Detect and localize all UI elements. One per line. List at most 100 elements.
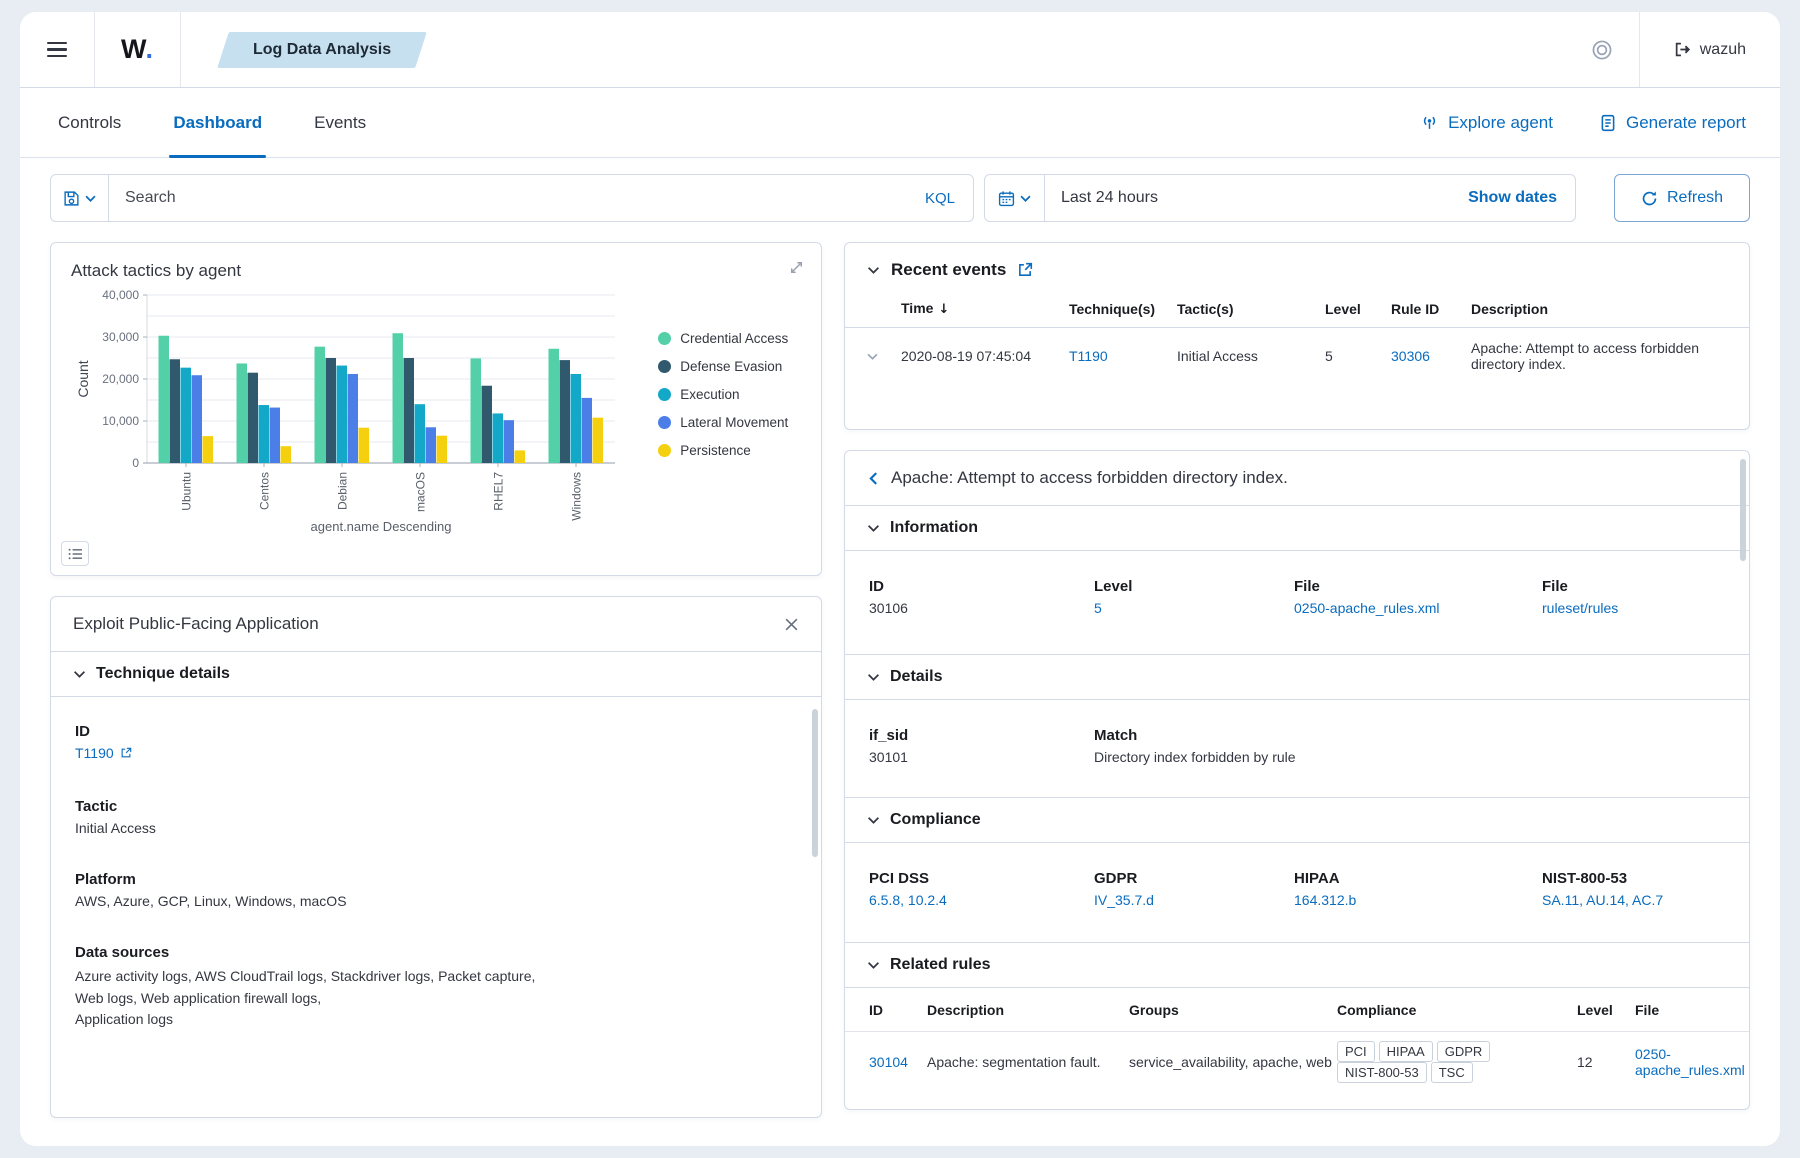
related-rule-row[interactable]: 30104 Apache: segmentation fault. servic… xyxy=(845,1032,1749,1092)
back-icon[interactable] xyxy=(867,471,879,486)
chart-bar[interactable] xyxy=(404,358,415,463)
tab-events[interactable]: Events xyxy=(310,88,370,157)
legend-item[interactable]: Defense Evasion xyxy=(658,359,807,374)
compliance-badge: HIPAA xyxy=(1379,1041,1433,1062)
field-label: File xyxy=(1294,578,1542,595)
chart-bar[interactable] xyxy=(159,336,170,463)
chart-bar[interactable] xyxy=(393,333,404,463)
show-dates-button[interactable]: Show dates xyxy=(1468,189,1575,207)
event-row[interactable]: 2020-08-19 07:45:04 T1190 Initial Access… xyxy=(845,328,1749,384)
chevron-down-icon[interactable] xyxy=(867,266,880,275)
tab-dashboard[interactable]: Dashboard xyxy=(169,88,266,157)
legend-item[interactable]: Lateral Movement xyxy=(658,415,807,430)
generate-report-button[interactable]: Generate report xyxy=(1599,113,1746,133)
chart-bar[interactable] xyxy=(237,363,248,463)
chart-bar[interactable] xyxy=(326,358,337,463)
legend-item[interactable]: Credential Access xyxy=(658,331,807,346)
close-icon[interactable] xyxy=(784,617,799,632)
time-range-value[interactable]: Last 24 hours xyxy=(1045,189,1174,207)
menu-icon[interactable] xyxy=(20,42,94,58)
gdpr-link[interactable]: IV_35.7.d xyxy=(1094,892,1154,908)
y-axis-title: Count xyxy=(75,360,91,397)
chart-bar[interactable] xyxy=(203,436,214,463)
chart-bar[interactable] xyxy=(359,428,370,463)
breadcrumb[interactable]: Log Data Analysis xyxy=(217,32,427,68)
chart-bar[interactable] xyxy=(471,358,482,463)
chevron-down-icon[interactable] xyxy=(73,670,86,679)
legend-list-toggle[interactable] xyxy=(61,541,89,566)
chart-bar[interactable] xyxy=(270,408,281,463)
scrollbar[interactable] xyxy=(812,709,818,857)
information-heading: Information xyxy=(890,519,978,537)
kql-button[interactable]: KQL xyxy=(907,175,973,221)
x-axis-label: Centos xyxy=(258,472,272,510)
wazuh-logo[interactable]: W. xyxy=(95,34,180,65)
row-expand-icon[interactable] xyxy=(867,353,878,360)
chart-bar[interactable] xyxy=(281,446,292,463)
logout-button[interactable]: wazuh xyxy=(1640,41,1780,59)
rule-path-link[interactable]: ruleset/rules xyxy=(1542,600,1618,616)
chart-bar[interactable] xyxy=(181,368,192,463)
legend-item[interactable]: Execution xyxy=(658,387,807,402)
rings-icon[interactable] xyxy=(1565,39,1639,61)
chart-bar[interactable] xyxy=(582,398,593,463)
chart-bar[interactable] xyxy=(482,386,493,463)
open-in-new-icon[interactable] xyxy=(1017,262,1033,278)
pci-dss-link[interactable]: 6.5.8, 10.2.4 xyxy=(869,892,947,908)
chart-bar[interactable] xyxy=(259,405,270,463)
calendar-button[interactable] xyxy=(985,175,1045,221)
chart-bar[interactable] xyxy=(348,374,359,463)
legend-swatch xyxy=(658,332,671,345)
chart-bar[interactable] xyxy=(437,436,448,463)
chevron-down-icon[interactable] xyxy=(867,673,880,682)
scrollbar[interactable] xyxy=(1740,459,1746,561)
technique-id-link[interactable]: T1190 xyxy=(75,745,132,761)
date-picker: Last 24 hours Show dates xyxy=(984,174,1576,222)
legend-swatch xyxy=(658,444,671,457)
chart-bar[interactable] xyxy=(315,347,326,463)
tab-controls[interactable]: Controls xyxy=(54,88,125,157)
refresh-button[interactable]: Refresh xyxy=(1614,174,1750,222)
chart-bar[interactable] xyxy=(560,360,571,463)
explore-agent-button[interactable]: Explore agent xyxy=(1420,113,1553,133)
col-file: File xyxy=(1635,1002,1725,1018)
compliance-badge: TSC xyxy=(1431,1062,1473,1083)
chevron-down-icon[interactable] xyxy=(867,524,880,533)
expand-icon[interactable] xyxy=(788,259,805,276)
chart-bar[interactable] xyxy=(593,418,604,463)
legend-item[interactable]: Persistence xyxy=(658,443,807,458)
related-rule-file-link[interactable]: 0250-apache_rules.xml xyxy=(1635,1046,1745,1078)
related-rule-level: 12 xyxy=(1577,1054,1635,1070)
chart-bar[interactable] xyxy=(192,375,203,463)
exit-icon xyxy=(1674,41,1691,58)
chart-bar[interactable] xyxy=(248,373,259,463)
saved-queries-button[interactable] xyxy=(51,175,109,221)
related-rule-id-link[interactable]: 30104 xyxy=(869,1054,908,1070)
chart-bar[interactable] xyxy=(571,374,582,463)
chart-bar[interactable] xyxy=(426,427,437,463)
nist-link[interactable]: SA.11, AU.14, AC.7 xyxy=(1542,892,1663,908)
hipaa-link[interactable]: 164.312.b xyxy=(1294,892,1356,908)
col-technique: Technique(s) xyxy=(1069,301,1177,317)
col-compliance: Compliance xyxy=(1337,1002,1577,1018)
chart-bar[interactable] xyxy=(549,349,560,463)
technique-title: Exploit Public-Facing Application xyxy=(73,614,319,634)
col-level: Level xyxy=(1577,1002,1635,1018)
chart-bar[interactable] xyxy=(337,366,348,463)
chart-bar[interactable] xyxy=(515,450,526,463)
rule-file-link[interactable]: 0250-apache_rules.xml xyxy=(1294,600,1440,616)
y-tick-label: 0 xyxy=(132,456,139,470)
search-input[interactable] xyxy=(109,175,907,221)
chart-bar[interactable] xyxy=(170,359,181,463)
col-time[interactable]: Time xyxy=(901,300,933,316)
event-rule-id-link[interactable]: 30306 xyxy=(1391,348,1430,364)
chart-bar[interactable] xyxy=(504,420,515,463)
chevron-down-icon[interactable] xyxy=(867,816,880,825)
y-tick-label: 10,000 xyxy=(102,414,139,428)
chart-bar[interactable] xyxy=(493,413,504,463)
event-technique-link[interactable]: T1190 xyxy=(1069,348,1108,364)
rule-level-link[interactable]: 5 xyxy=(1094,600,1102,616)
save-icon xyxy=(63,190,80,207)
chart-bar[interactable] xyxy=(415,404,426,463)
chevron-down-icon[interactable] xyxy=(867,961,880,970)
